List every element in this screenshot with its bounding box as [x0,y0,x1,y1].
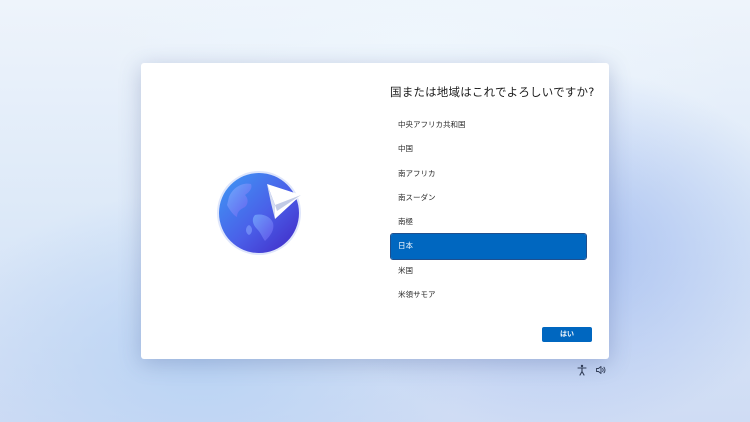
region-option-china[interactable]: 中国 [391,137,586,161]
region-option-south-sudan[interactable]: 南スーダン [391,186,586,210]
region-option-south-africa[interactable]: 南アフリカ [391,162,586,186]
region-option-american-samoa[interactable]: 米領サモア [391,283,586,307]
dialog-title: 国または地域はこれでよろしいですか? [390,85,595,99]
volume-icon[interactable] [595,364,607,376]
yes-button[interactable]: はい [542,327,592,342]
region-option-central-african-republic[interactable]: 中央アフリカ共和国 [391,113,586,137]
globe-icon [217,171,301,255]
accessibility-icon[interactable] [576,364,588,376]
region-option-united-states[interactable]: 米国 [391,259,586,283]
region-setup-dialog: 国または地域はこれでよろしいですか? 中央アフリカ共和国 中国 南アフリカ 南ス… [141,63,609,359]
region-option-antarctica[interactable]: 南極 [391,210,586,234]
region-list[interactable]: 中央アフリカ共和国 中国 南アフリカ 南スーダン 南極 日本 米国 米領サモア [390,113,587,307]
globe-illustration [215,167,303,255]
region-option-japan-selected[interactable]: 日本 [390,233,587,260]
